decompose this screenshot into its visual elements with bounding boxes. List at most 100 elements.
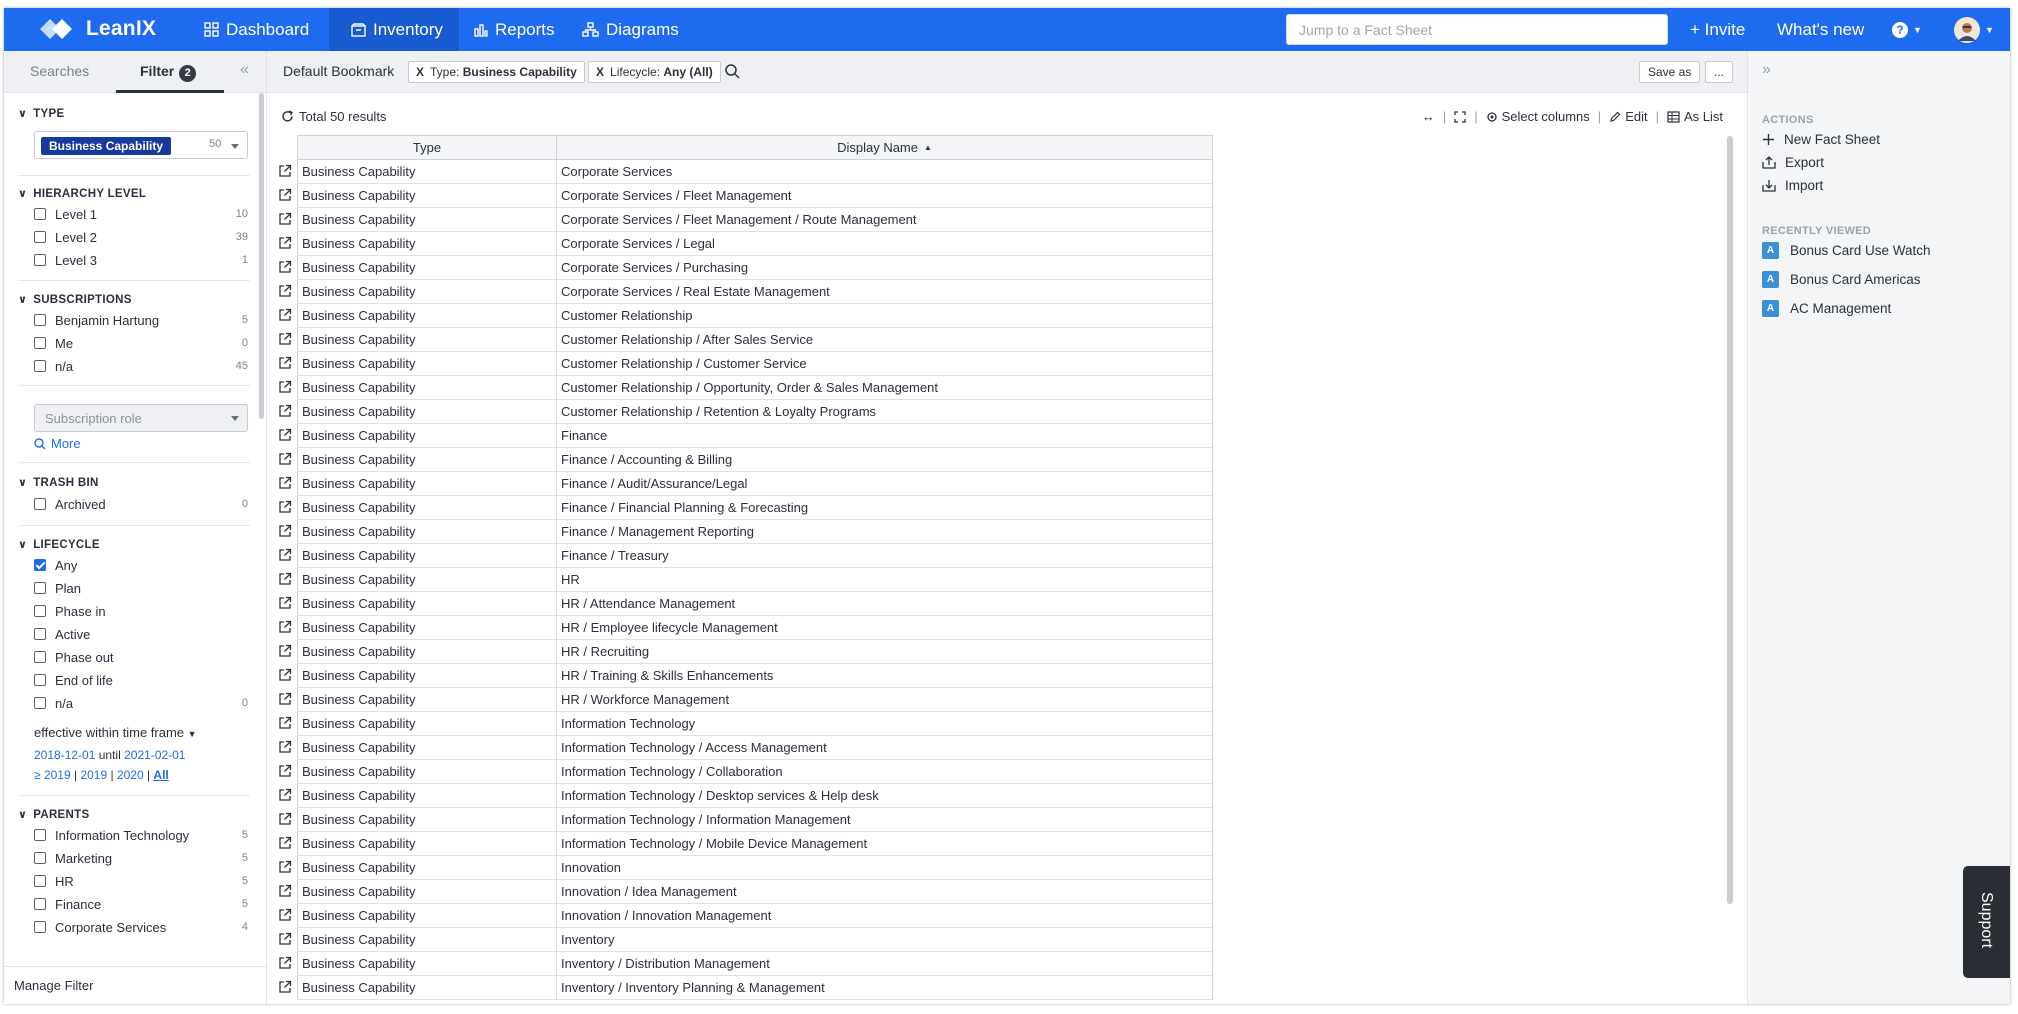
open-fact-sheet-icon[interactable] <box>278 884 292 898</box>
section-parents-header[interactable]: ∨ PARENTS <box>18 808 89 821</box>
filter-option-hr[interactable]: HR 5 <box>34 872 248 890</box>
open-fact-sheet-icon[interactable] <box>278 596 292 610</box>
table-row[interactable]: Business Capability Information Technolog… <box>279 712 1213 736</box>
table-row[interactable]: Business Capability Customer Relationship… <box>279 352 1213 376</box>
cell-display-name[interactable]: Corporate Services / Purchasing <box>557 256 1212 279</box>
filter-option-level-1[interactable]: Level 1 10 <box>34 205 248 223</box>
cell-display-name[interactable]: Finance / Management Reporting <box>557 520 1212 543</box>
open-fact-sheet-icon[interactable] <box>278 500 292 514</box>
table-row[interactable]: Business Capability Customer Relationship… <box>279 376 1213 400</box>
table-row[interactable]: Business Capability Corporate Services <box>279 160 1213 184</box>
column-header-type[interactable]: Type <box>298 136 557 159</box>
open-fact-sheet-icon[interactable] <box>278 380 292 394</box>
nav-inventory[interactable]: Inventory <box>329 8 459 51</box>
table-row[interactable]: Business Capability Finance / Financial P… <box>279 496 1213 520</box>
fullscreen-icon[interactable] <box>1454 110 1466 123</box>
open-fact-sheet-icon[interactable] <box>278 308 292 322</box>
cell-display-name[interactable]: Customer Relationship / Retention & Loya… <box>557 400 1212 423</box>
open-fact-sheet-icon[interactable] <box>278 452 292 466</box>
nav-dashboard[interactable]: Dashboard <box>204 8 309 51</box>
cell-display-name[interactable]: Customer Relationship / Customer Service <box>557 352 1212 375</box>
open-fact-sheet-icon[interactable] <box>278 524 292 538</box>
checkbox[interactable] <box>34 231 46 243</box>
filter-option-level-3[interactable]: Level 3 1 <box>34 251 248 269</box>
date-from-link[interactable]: 2018-12-01 <box>34 748 95 762</box>
filter-option-phase-out[interactable]: Phase out <box>34 648 248 666</box>
cell-display-name[interactable]: HR / Training & Skills Enhancements <box>557 664 1212 687</box>
cell-display-name[interactable]: Customer Relationship / Opportunity, Ord… <box>557 376 1212 399</box>
open-fact-sheet-icon[interactable] <box>278 668 292 682</box>
filter-chip-lifecycle[interactable]: X Lifecycle: Any (All) <box>588 61 721 83</box>
as-list-button[interactable]: As List <box>1667 109 1723 124</box>
collapse-sidebar-icon[interactable]: « <box>240 61 249 79</box>
cell-display-name[interactable]: HR / Attendance Management <box>557 592 1212 615</box>
filter-option-phase-in[interactable]: Phase in <box>34 602 248 620</box>
cell-display-name[interactable]: Customer Relationship <box>557 304 1212 327</box>
table-row[interactable]: Business Capability Information Technolog… <box>279 832 1213 856</box>
support-button[interactable]: Support <box>1963 866 2010 978</box>
cell-display-name[interactable]: Information Technology / Desktop service… <box>557 784 1212 807</box>
open-fact-sheet-icon[interactable] <box>278 332 292 346</box>
table-row[interactable]: Business Capability Information Technolog… <box>279 808 1213 832</box>
checkbox[interactable] <box>34 582 46 594</box>
table-row[interactable]: Business Capability HR <box>279 568 1213 592</box>
nav-diagrams[interactable]: Diagrams <box>582 8 679 51</box>
cell-display-name[interactable]: Innovation / Innovation Management <box>557 904 1212 927</box>
fit-width-icon[interactable]: ↔ <box>1422 109 1435 124</box>
table-row[interactable]: Business Capability Customer Relationship… <box>279 328 1213 352</box>
tab-searches[interactable]: Searches <box>30 63 89 79</box>
cell-display-name[interactable]: Information Technology / Information Man… <box>557 808 1212 831</box>
cell-display-name[interactable]: HR / Recruiting <box>557 640 1212 663</box>
open-fact-sheet-icon[interactable] <box>278 476 292 490</box>
invite-button[interactable]: + Invite <box>1690 8 1745 51</box>
checkbox[interactable] <box>34 314 46 326</box>
cell-display-name[interactable]: Inventory / Distribution Management <box>557 952 1212 975</box>
open-fact-sheet-icon[interactable] <box>278 740 292 754</box>
open-fact-sheet-icon[interactable] <box>278 764 292 778</box>
checkbox[interactable] <box>34 208 46 220</box>
recent-item-bonus-card-use-watch[interactable]: A Bonus Card Use Watch <box>1762 242 1931 259</box>
open-fact-sheet-icon[interactable] <box>278 260 292 274</box>
section-subscriptions-header[interactable]: ∨ SUBSCRIPTIONS <box>18 293 132 306</box>
cell-display-name[interactable]: Information Technology <box>557 712 1212 735</box>
cell-display-name[interactable]: Finance <box>557 424 1212 447</box>
cell-display-name[interactable]: HR / Employee lifecycle Management <box>557 616 1212 639</box>
remove-chip-icon[interactable]: X <box>596 65 604 79</box>
table-row[interactable]: Business Capability Corporate Services / … <box>279 280 1213 304</box>
checkbox[interactable] <box>34 360 46 372</box>
open-fact-sheet-icon[interactable] <box>278 932 292 946</box>
open-fact-sheet-icon[interactable] <box>278 644 292 658</box>
cell-display-name[interactable]: Finance / Treasury <box>557 544 1212 567</box>
timeframe-dropdown[interactable]: effective within time frame ▼ <box>34 725 197 740</box>
filter-option-active[interactable]: Active <box>34 625 248 643</box>
filter-option-benjamin-hartung[interactable]: Benjamin Hartung 5 <box>34 311 248 329</box>
table-row[interactable]: Business Capability Corporate Services / … <box>279 208 1213 232</box>
manage-filter-button[interactable]: Manage Filter <box>4 966 266 1004</box>
table-row[interactable]: Business Capability Information Technolog… <box>279 736 1213 760</box>
cell-display-name[interactable]: Innovation <box>557 856 1212 879</box>
open-fact-sheet-icon[interactable] <box>278 716 292 730</box>
open-fact-sheet-icon[interactable] <box>278 956 292 970</box>
refresh-icon[interactable] <box>281 110 294 123</box>
checkbox[interactable] <box>34 898 46 910</box>
table-row[interactable]: Business Capability Customer Relationship <box>279 304 1213 328</box>
filter-option-level-2[interactable]: Level 2 39 <box>34 228 248 246</box>
section-lifecycle-header[interactable]: ∨ LIFECYCLE <box>18 538 100 551</box>
checkbox[interactable] <box>34 651 46 663</box>
user-menu[interactable]: ▼ <box>1954 8 1994 51</box>
table-row[interactable]: Business Capability HR / Training & Skill… <box>279 664 1213 688</box>
jump-to-fact-sheet-input[interactable]: Jump to a Fact Sheet <box>1286 14 1668 45</box>
filter-chip-type[interactable]: X Type: Business Capability <box>408 61 585 83</box>
open-fact-sheet-icon[interactable] <box>278 692 292 706</box>
checkbox[interactable] <box>34 605 46 617</box>
table-row[interactable]: Business Capability HR / Workforce Manage… <box>279 688 1213 712</box>
open-fact-sheet-icon[interactable] <box>278 980 292 994</box>
table-row[interactable]: Business Capability HR / Employee lifecyc… <box>279 616 1213 640</box>
cell-display-name[interactable]: Corporate Services / Legal <box>557 232 1212 255</box>
filter-option-marketing[interactable]: Marketing 5 <box>34 849 248 867</box>
table-row[interactable]: Business Capability Finance <box>279 424 1213 448</box>
table-row[interactable]: Business Capability Inventory <box>279 928 1213 952</box>
table-row[interactable]: Business Capability Inventory / Inventory… <box>279 976 1213 1000</box>
open-fact-sheet-icon[interactable] <box>278 836 292 850</box>
cell-display-name[interactable]: Customer Relationship / After Sales Serv… <box>557 328 1212 351</box>
